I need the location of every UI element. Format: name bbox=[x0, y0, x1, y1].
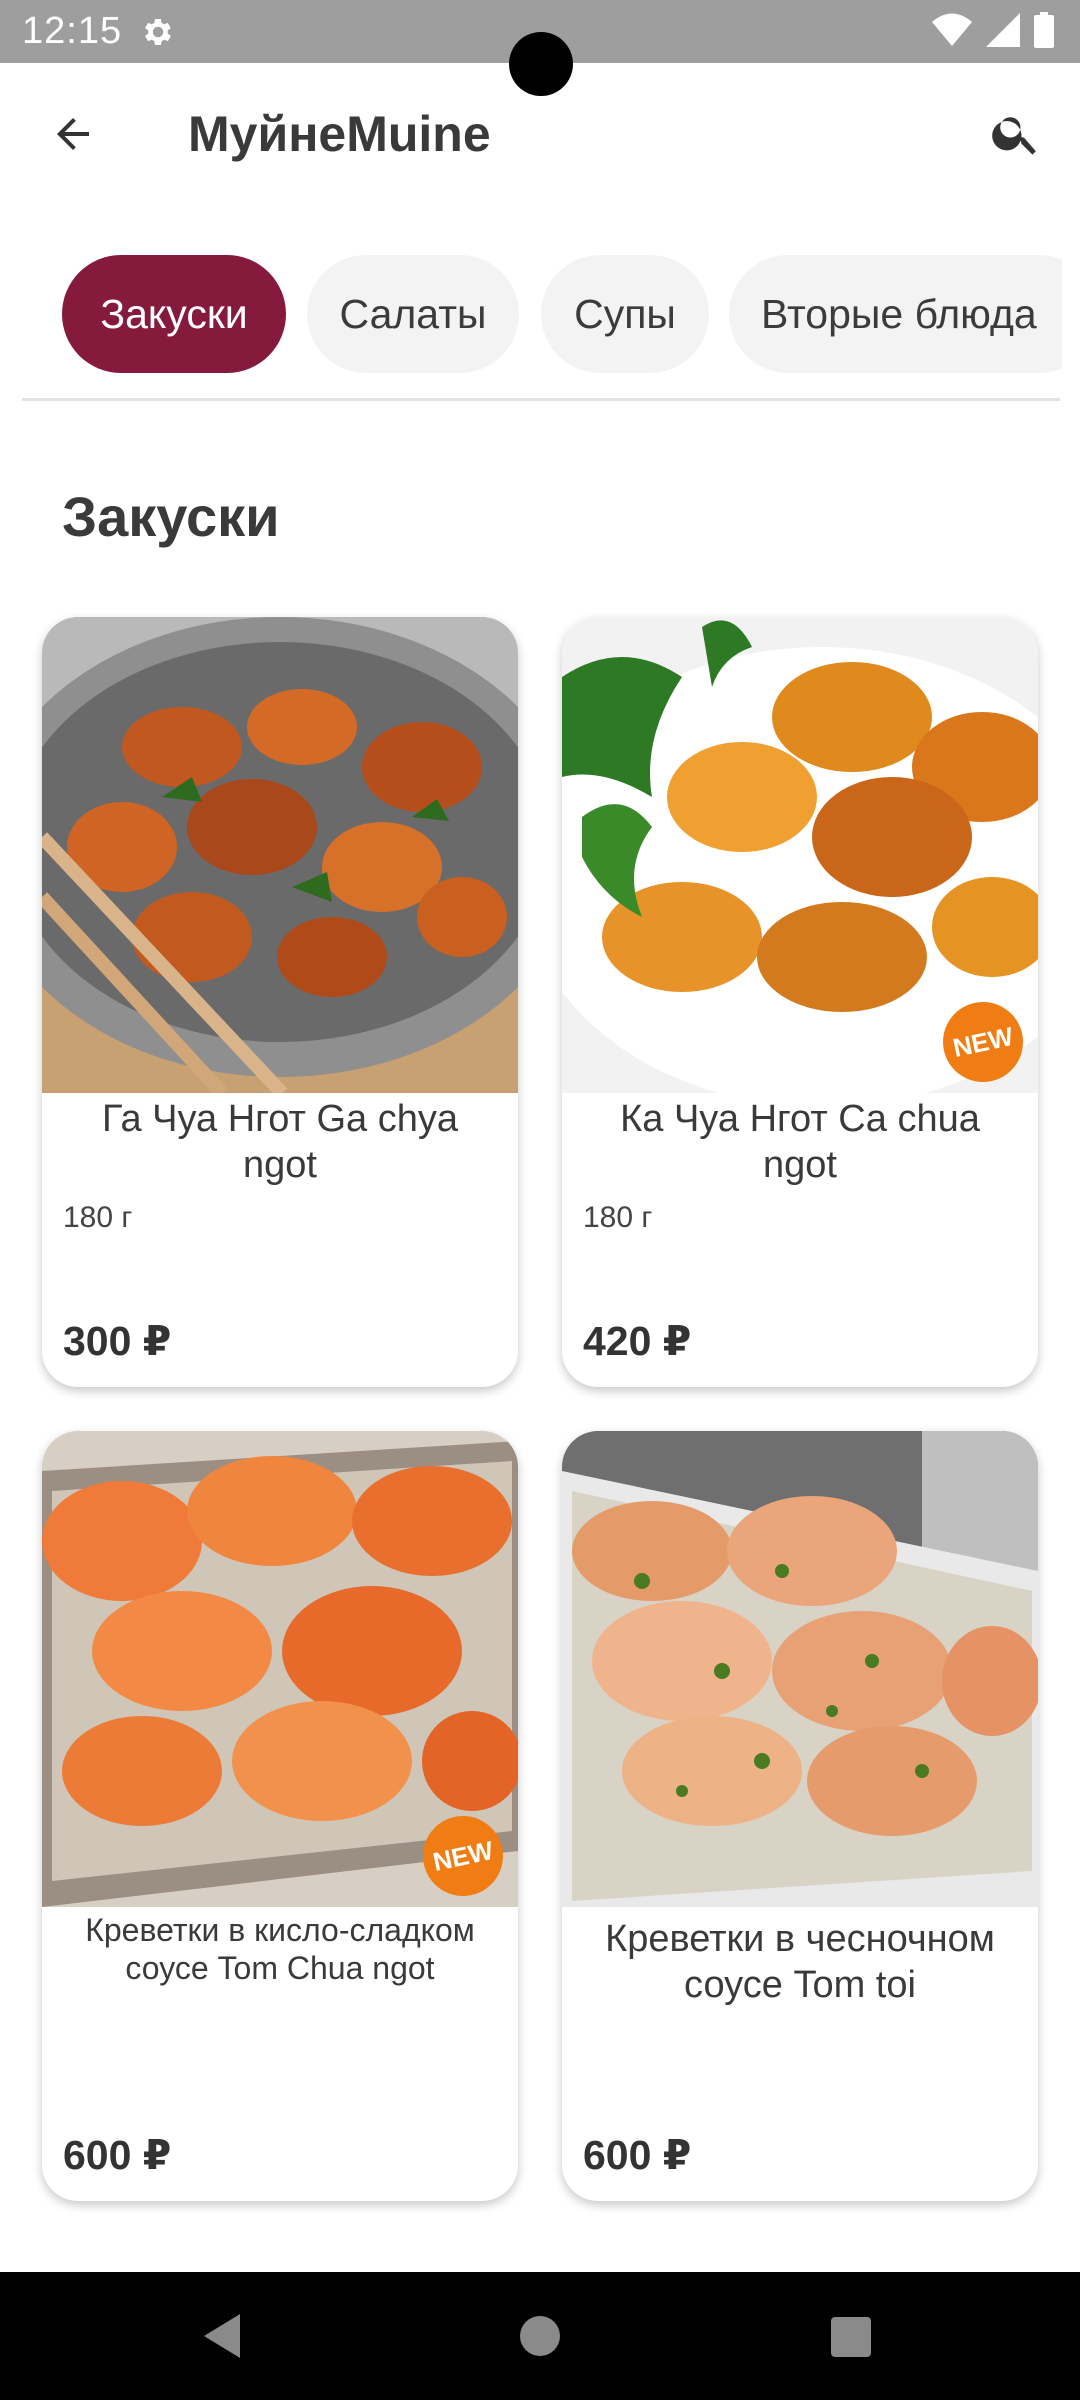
product-name: Креветки в чесночном соусе Tom toi bbox=[605, 1918, 995, 2006]
search-icon bbox=[989, 106, 1043, 165]
nav-home-icon[interactable] bbox=[520, 2316, 560, 2356]
battery-icon bbox=[1034, 11, 1054, 53]
nav-recents-icon[interactable] bbox=[831, 2317, 871, 2357]
search-button[interactable] bbox=[980, 99, 1052, 171]
product-price: 300 ₽ bbox=[63, 1318, 172, 1364]
tab-label: Супы bbox=[574, 290, 676, 337]
signal-icon bbox=[986, 12, 1020, 52]
tab-vtorye-blyuda[interactable]: Вторые блюда bbox=[729, 255, 1062, 373]
tabs-divider bbox=[22, 398, 1060, 401]
product-card[interactable]: NEW Креветки в кисло-сладком соусе Tom C… bbox=[42, 1431, 518, 2201]
product-name: Креветки в кисло-сладком соусе Tom Chua … bbox=[85, 1912, 475, 1987]
category-tabs: Закуски Салаты Супы Вторые блюда bbox=[0, 255, 1062, 375]
tab-label: Вторые блюда bbox=[761, 290, 1037, 337]
product-weight: 180 г bbox=[583, 1201, 653, 1234]
product-weight: 180 г bbox=[63, 1201, 133, 1234]
tab-zakuski[interactable]: Закуски bbox=[62, 255, 286, 373]
product-name: Ка Чуа Нгот Ca chua ngot bbox=[620, 1098, 980, 1186]
tab-supy[interactable]: Супы bbox=[541, 255, 709, 373]
back-button[interactable] bbox=[40, 103, 106, 169]
product-image bbox=[562, 1431, 1038, 1907]
tab-salaty[interactable]: Салаты bbox=[307, 255, 519, 373]
product-name: Га Чуа Нгот Ga chya ngot bbox=[102, 1098, 458, 1186]
wifi-icon bbox=[932, 13, 972, 52]
product-card[interactable]: NEW Ка Чуа Нгот Ca chua ngot 180 г 420 ₽ bbox=[562, 617, 1038, 1387]
nav-back-icon[interactable] bbox=[200, 2312, 244, 2365]
status-time: 12:15 bbox=[22, 10, 123, 52]
gear-icon bbox=[140, 14, 176, 50]
tab-label: Салаты bbox=[339, 290, 487, 337]
product-card[interactable]: Га Чуа Нгот Ga chya ngot 180 г 300 ₽ bbox=[42, 617, 518, 1387]
arrow-back-icon bbox=[49, 110, 97, 163]
camera-cutout bbox=[509, 32, 573, 96]
app-title: МуйнеMuine bbox=[188, 106, 491, 162]
product-price: 600 ₽ bbox=[583, 2132, 692, 2178]
product-price: 420 ₽ bbox=[583, 1318, 692, 1364]
section-title: Закуски bbox=[62, 485, 280, 548]
tab-label: Закуски bbox=[100, 290, 248, 337]
product-image bbox=[42, 617, 518, 1093]
product-price: 600 ₽ bbox=[63, 2132, 172, 2178]
product-card[interactable]: Креветки в чесночном соусе Tom toi 600 ₽ bbox=[562, 1431, 1038, 2201]
system-nav-bar bbox=[0, 2272, 1080, 2400]
